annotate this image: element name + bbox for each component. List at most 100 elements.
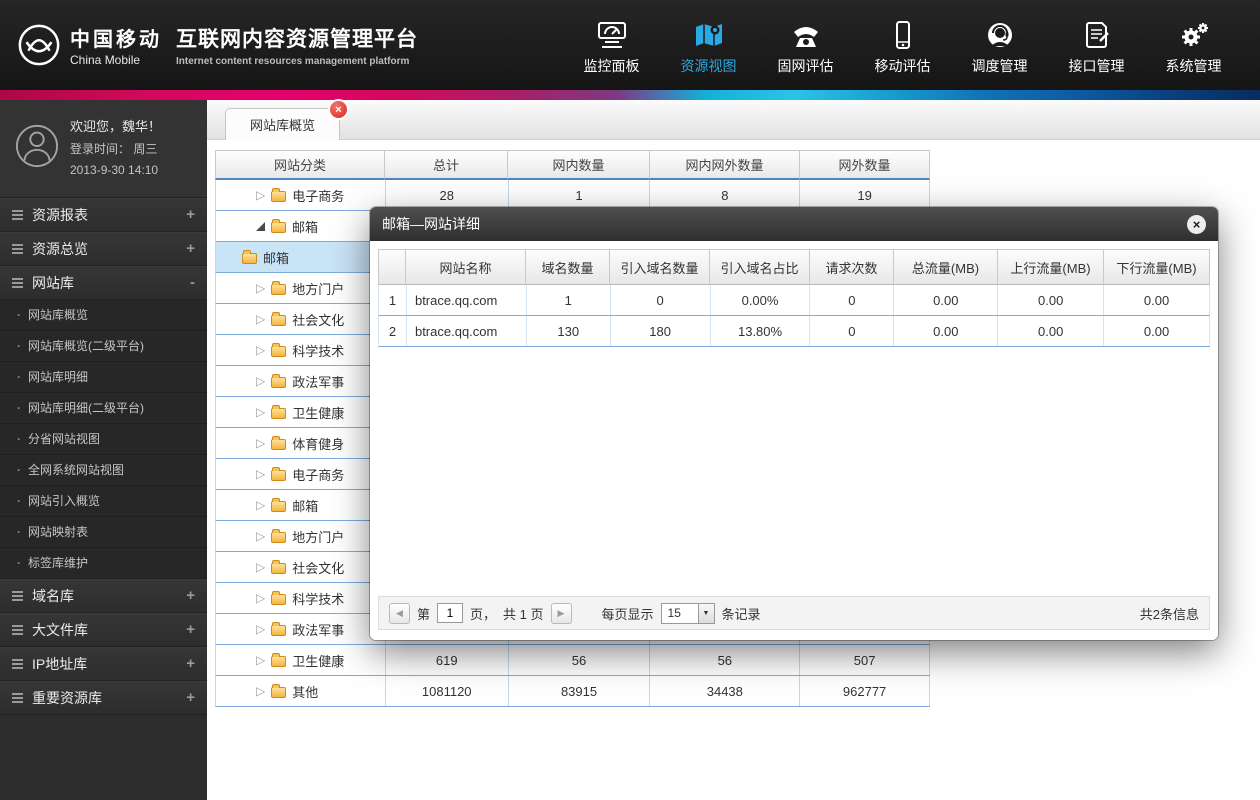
value-cell: 56 [650,645,801,675]
category-label: 地方门户 [292,529,345,545]
sidebar-section-label: 重要资源库 [32,689,102,706]
welcome-text: 欢迎您，魏华！ [70,119,162,134]
user-info: 欢迎您，魏华！ 登录时间： 周三 2013-9-30 14:10 [0,100,207,198]
category-label: 其他 [292,684,319,700]
category-label: 卫生健康 [292,405,345,421]
category-label: 科学技术 [292,343,345,359]
expand-toggle-icon[interactable]: ▷ [256,344,265,356]
modal-value-cell: 0.00 [894,316,999,346]
expand-toggle-icon[interactable]: ▷ [256,189,265,201]
folder-icon [271,311,287,326]
modal-value-cell: 130 [527,316,611,346]
modal-value-cell: 13.80% [711,316,811,346]
sidebar: 欢迎您，魏华！ 登录时间： 周三 2013-9-30 14:10 资源报表 + 资源… [0,100,207,800]
nav-item-interface[interactable]: 接口管理 [1048,14,1145,76]
nav-item-dashboard[interactable]: 监控面板 [563,14,660,76]
next-page-button[interactable]: ▶ [550,602,572,624]
sidebar-item[interactable]: · 网站引入概览 [0,486,207,517]
page-input[interactable] [437,603,464,623]
user-texts: 欢迎您，魏华！ 登录时间： 周三 2013-9-30 14:10 [70,116,161,181]
value-cell: 962777 [800,676,931,706]
value-cell: 28 [386,180,509,210]
sidebar-item[interactable]: · 网站库明细 [0,362,207,393]
modal-value-cell: 0.00 [998,316,1105,346]
nav-item-system[interactable]: 系统管理 [1145,14,1242,76]
sidebar-section-website-lib[interactable]: 网站库 - [0,265,207,300]
category-cell: ▷ 政法军事 [216,614,386,644]
category-label: 社会文化 [292,560,345,576]
expand-toggle-icon[interactable]: ▷ [256,623,265,635]
sidebar-item[interactable]: · 标签库维护 [0,548,207,579]
sidebar-section-ip-lib[interactable]: IP地址库 + [0,646,207,681]
login-time-label: 登录时间： 周三 [70,141,158,156]
category-label: 邮箱 [263,250,290,266]
modal-close-icon[interactable]: × [1187,214,1206,234]
nav-item-dispatch[interactable]: 调度管理 [951,14,1048,76]
tab-bar: 网站库概览 × [207,100,1260,140]
sidebar-item-label: 网站库明细(二级平台) [28,401,144,416]
modal-table-row[interactable]: 2 btrace.qq.com 130 180 13.80% 0 0.00 0.00 0.00 [378,316,1210,347]
sidebar-section-resource-overview[interactable]: 资源总览 + [0,231,207,266]
prev-page-button[interactable]: ◀ [389,602,410,624]
folder-icon [271,342,287,357]
folder-icon [271,497,287,512]
expand-toggle-icon[interactable]: ▷ [256,437,265,449]
expand-toggle-icon[interactable]: ▷ [256,530,265,542]
expand-toggle-icon[interactable]: ▷ [256,654,265,666]
tab-website-overview[interactable]: 网站库概览 × [225,101,348,140]
brand: 中国移动 China Mobile 互联网内容资源管理平台 Internet c… [0,22,418,68]
sidebar-item[interactable]: · 网站库概览 [0,300,207,331]
expand-toggle-icon[interactable]: ▷ [256,406,265,418]
sidebar-section-domain-lib[interactable]: 域名库 + [0,578,207,613]
nav-item-label: 固网评估 [777,58,834,74]
bullet-icon: · [17,369,21,384]
sidebar-item[interactable]: · 网站库明细(二级平台) [0,393,207,424]
per-page-select[interactable]: 15 ▼ [660,602,715,624]
sidebar-item[interactable]: · 网站映射表 [0,517,207,548]
sidebar-item[interactable]: · 分省网站视图 [0,424,207,455]
expand-toggle-icon[interactable]: ▷ [256,313,265,325]
column-header: 网外数量 [800,150,930,180]
dashboard-icon [596,18,628,50]
collapse-toggle-icon[interactable] [256,221,265,231]
modal-table-row[interactable]: 1 btrace.qq.com 1 0 0.00% 0 0.00 0.00 0.00 [378,285,1210,316]
category-label: 电子商务 [292,467,345,483]
menu-grid-icon [12,658,23,669]
sidebar-section-important-lib[interactable]: 重要资源库 + [0,680,207,715]
avatar-icon [14,123,60,174]
expand-toggle-icon[interactable]: ▷ [256,468,265,480]
sidebar-item[interactable]: · 全网系统网站视图 [0,455,207,486]
expand-toggle-icon[interactable]: ▷ [256,592,265,604]
expand-toggle-icon[interactable]: ▷ [256,499,265,511]
expand-toggle-icon[interactable]: ▷ [256,375,265,387]
sidebar-section-resource-report[interactable]: 资源报表 + [0,197,207,232]
expand-toggle-icon[interactable]: ▷ [256,282,265,294]
sidebar-section-toggle-icon: + [186,206,195,224]
modal-column-header: 请求次数 [810,249,894,285]
sidebar-section-label: 大文件库 [32,621,88,638]
table-row[interactable]: ▷ 其他 1081120 83915 34438 962777 [215,676,931,707]
tab-close-icon[interactable]: × [330,101,348,118]
nav-item-fixed-eval[interactable]: 固网评估 [757,14,854,76]
category-cell: 邮箱 [216,242,386,272]
gears-icon [1178,18,1210,50]
value-cell: 8 [650,180,801,210]
per-page-value: 15 [667,606,681,620]
folder-icon [271,280,287,295]
sidebar-menu: 资源报表 + 资源总览 + 网站库 - · 网站库概览 · 网站库概览(二级平台) · 网站库明细 · 网… [0,197,207,715]
category-label: 电子商务 [292,188,345,204]
value-cell: 83915 [509,676,651,706]
expand-toggle-icon[interactable]: ▷ [256,685,265,697]
table-row[interactable]: ▷ 卫生健康 619 56 56 507 [215,645,931,676]
sidebar-section-bigfile-lib[interactable]: 大文件库 + [0,612,207,647]
nav-item-resource-view[interactable]: 资源视图 [660,14,757,76]
nav-item-mobile-eval[interactable]: 移动评估 [854,14,951,76]
category-label: 政法军事 [292,374,345,390]
expand-toggle-icon[interactable]: ▷ [256,561,265,573]
category-label: 邮箱 [292,219,319,235]
sidebar-item[interactable]: · 网站库概览(二级平台) [0,331,207,362]
nav-item-label: 移动评估 [874,58,931,74]
sidebar-section-toggle-icon: - [190,274,195,292]
chevron-down-icon: ▼ [697,603,714,623]
sidebar-section-label: 网站库 [32,274,74,291]
